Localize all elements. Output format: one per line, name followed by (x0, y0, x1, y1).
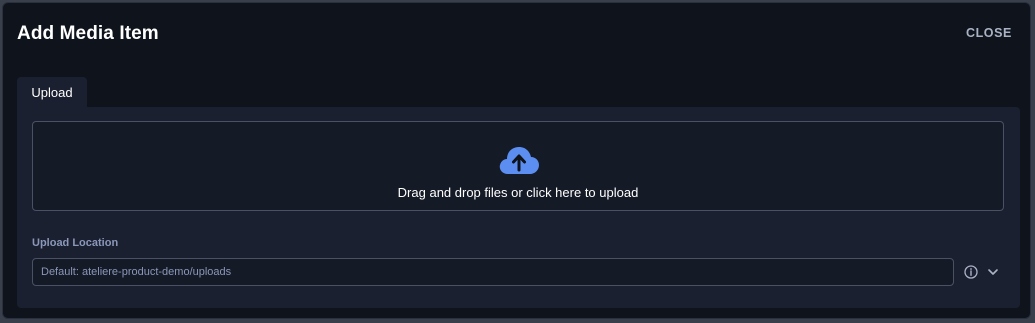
info-icon[interactable] (964, 265, 978, 279)
chevron-down-icon[interactable] (986, 265, 1000, 279)
file-dropzone[interactable]: Drag and drop files or click here to upl… (32, 121, 1004, 211)
upload-panel: Drag and drop files or click here to upl… (17, 107, 1020, 308)
dialog-title: Add Media Item (17, 23, 159, 44)
upload-location-label: Upload Location (32, 237, 119, 249)
upload-location-input[interactable] (32, 258, 954, 286)
add-media-dialog: Add Media Item CLOSE Upload Drag and dro… (2, 2, 1031, 319)
dropzone-text: Drag and drop files or click here to upl… (397, 185, 639, 200)
tab-upload[interactable]: Upload (17, 77, 87, 107)
cloud-upload-icon (499, 147, 539, 174)
close-button[interactable]: CLOSE (966, 26, 1012, 40)
